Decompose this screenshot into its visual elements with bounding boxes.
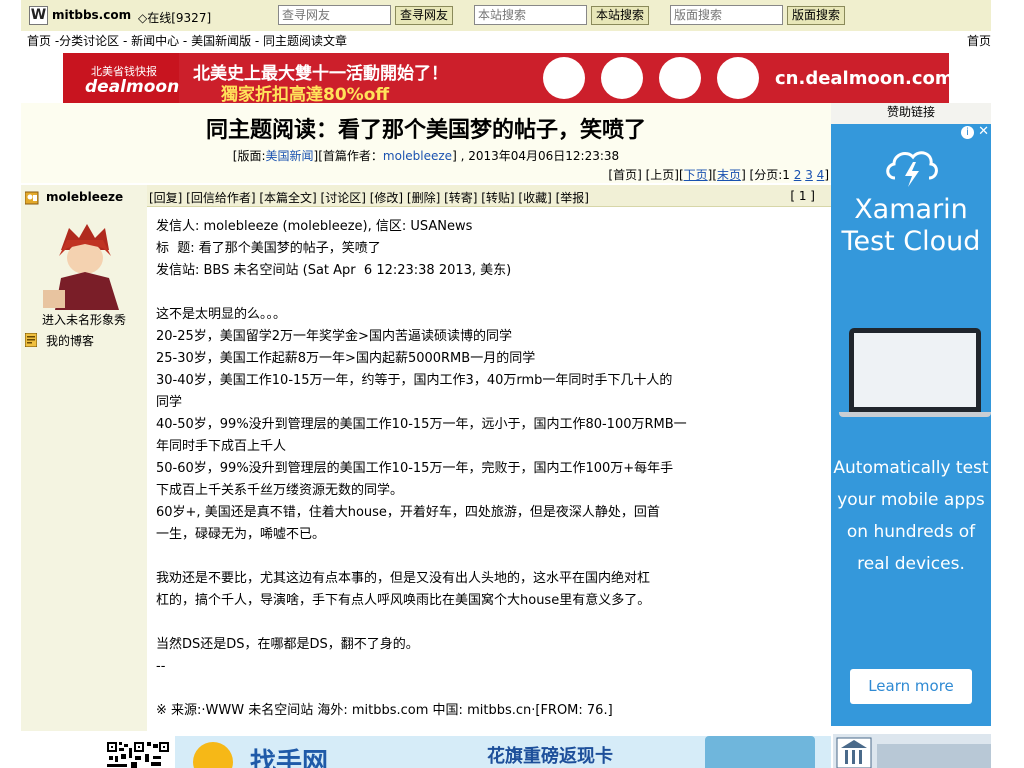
- meta-middle: ][首篇作者：: [313, 149, 383, 163]
- ad-title-line2: Test Cloud: [841, 226, 981, 257]
- product-cosmetics-icon: [717, 57, 759, 99]
- building-thumbnail[interactable]: [833, 734, 991, 768]
- post-line: 杠的，搞个千人，导演啥，手下有点人呼风唤雨比在美国窝个大house里有意义多了。: [156, 593, 651, 608]
- post-line: [156, 282, 726, 304]
- ad-title-line1: Xamarin: [854, 194, 968, 225]
- bottom-ad-brand: 找手网: [250, 748, 329, 768]
- ad-info-icon[interactable]: i: [961, 126, 974, 139]
- post-line: 当然DS还是DS，在哪都是DS，翻不了身的。: [156, 637, 419, 652]
- ad-body-line2: your mobile apps: [837, 490, 985, 510]
- search-friend-button[interactable]: 查寻网友: [395, 6, 453, 25]
- avatar[interactable]: [39, 220, 131, 310]
- page-3-link[interactable]: 3: [805, 168, 813, 182]
- pagination: [首页] [上页][下页][末页] [分页:1 2 3 4]: [608, 166, 829, 183]
- pager-first-prev[interactable]: [首页] [上页][: [608, 168, 683, 182]
- xamarin-ad[interactable]: i ✕ Xamarin Test Cloud Automatically tes…: [831, 124, 991, 726]
- post-line: [156, 678, 726, 700]
- post-line: 20-25岁，美国留学2万一年奖学金>国内苦逼读硕读博的同学: [156, 329, 512, 344]
- pager-separator: ][: [707, 168, 718, 182]
- board-search-button[interactable]: 版面搜索: [787, 6, 845, 25]
- product-tablet-icon: [659, 57, 701, 99]
- user-icon: [25, 191, 39, 205]
- laptop-base: [839, 412, 991, 417]
- dealmoon-logo-text: dealmoon: [85, 77, 180, 97]
- bottom-banner-ad[interactable]: 找手网 花旗重磅返现卡: [175, 736, 831, 768]
- top-bar: W mitbbs.com ◇在线[9327] 查寻网友 本站搜索 版面搜索: [21, 0, 991, 31]
- post-line: 发信人: molebleeze (molebleeze), 信区: USANew…: [156, 219, 473, 234]
- sun-logo-icon: [193, 742, 233, 768]
- pager-close: ]: [824, 168, 829, 182]
- dealmoon-subheadline: 獨家折扣高達80%off: [221, 85, 390, 103]
- page-title: 同主题阅读：看了那个美国梦的帖子，笑喷了: [205, 118, 646, 143]
- page-2-link[interactable]: 2: [794, 168, 802, 182]
- board-search-input[interactable]: [670, 5, 783, 25]
- avatar-show-link[interactable]: 进入未名形象秀: [21, 311, 147, 328]
- ad-close-icon[interactable]: ✕: [978, 124, 989, 139]
- post-actions[interactable]: [回复] [回信给作者] [本篇全文] [讨论区] [修改] [删除] [转寄]…: [149, 189, 589, 206]
- post-line: [156, 546, 726, 568]
- pager-pages-label: ] [分页:1: [741, 168, 794, 182]
- author-panel: molebleeze 进入未名形象秀 我的博客: [21, 185, 147, 731]
- cloud-lightning-icon: [886, 151, 938, 187]
- post-line: 标 题: 看了那个美国梦的帖子，笑喷了: [156, 241, 381, 256]
- dealmoon-banner-ad[interactable]: 北美省钱快报 dealmoon 北美史上最大雙十一活動開始了！ 獨家折扣高達80…: [63, 53, 949, 103]
- site-search-input[interactable]: [474, 5, 587, 25]
- bottom-ad-promo: 花旗重磅返现卡: [487, 746, 613, 767]
- board-link[interactable]: 美国新闻: [266, 149, 314, 163]
- home-link[interactable]: 首页: [967, 32, 991, 49]
- first-author-link[interactable]: molebleeze: [383, 149, 452, 163]
- post-line: 60岁+, 美国还是真不错，住着大house，开着好车，四处旅游，但是夜深人静处…: [156, 505, 660, 520]
- ad-body-line4: real devices.: [857, 554, 965, 574]
- dealmoon-logo: 北美省钱快报 dealmoon: [63, 53, 179, 103]
- thread-header: 同主题阅读：看了那个美国梦的帖子，笑喷了 [版面:美国新闻][首篇作者：mole…: [21, 103, 831, 183]
- ad-body-line3: on hundreds of: [846, 522, 976, 542]
- post-line: --: [156, 659, 166, 674]
- online-count: ◇在线[9327]: [138, 11, 212, 25]
- post-line: 下成百上千关系千丝万缕资源无数的同学。: [156, 483, 404, 498]
- blog-icon: [25, 333, 37, 347]
- breadcrumb[interactable]: 首页 -分类讨论区 - 新闻中心 - 美国新闻版 - 同主题阅读文章: [27, 32, 347, 49]
- post-line: 这不是太明显的么。。。: [156, 307, 287, 322]
- post-line: 40-50岁，99%没升到管理层的美国工作10-15万一年，远小于，国内工作80…: [156, 417, 687, 432]
- site-search-button[interactable]: 本站搜索: [591, 6, 649, 25]
- sponsor-label: 赞助链接: [831, 103, 991, 124]
- floor-number: [ 1 ]: [790, 189, 815, 203]
- post-line: [156, 612, 726, 634]
- credit-card-image: [705, 736, 815, 768]
- learn-more-button[interactable]: Learn more: [850, 669, 972, 704]
- site-logo[interactable]: W: [29, 6, 48, 25]
- post-action-bar: [回复] [回信给作者] [本篇全文] [讨论区] [修改] [删除] [转寄]…: [147, 185, 831, 207]
- thread-meta: [版面:美国新闻][首篇作者：molebleeze] , 2013年04月06日…: [21, 147, 831, 164]
- site-name-link[interactable]: mitbbs.com: [52, 8, 131, 22]
- meta-prefix: [版面:: [232, 149, 266, 163]
- post-line: 同学: [156, 395, 183, 410]
- post-content: 发信人: molebleeze (molebleeze), 信区: USANew…: [156, 216, 726, 722]
- post-line: 一生，碌碌无为，唏嘘不已。: [156, 527, 326, 542]
- post-line: 我劝还是不要比，尤其这边有点本事的，但是又没有出人头地的，这水平在国内绝对杠: [156, 571, 651, 586]
- product-shoe-icon: [543, 57, 585, 99]
- post-line: 年同时手下成百上千人: [156, 439, 287, 454]
- post-line: 30-40岁，美国工作10-15万一年，约等于，国内工作3，40万rmb一年同时…: [156, 373, 673, 388]
- next-page-link[interactable]: 下页: [684, 168, 708, 182]
- laptop-screen: [854, 333, 976, 407]
- post-line: ※ 来源:·WWW 未名空间站 海外: mitbbs.com 中国: mitbb…: [156, 703, 613, 718]
- product-shirt-icon: [601, 57, 643, 99]
- post-line: 25-30岁，美国工作起薪8万一年>国内起薪5000RMB一月的同学: [156, 351, 536, 366]
- search-friend-input[interactable]: [278, 5, 391, 25]
- last-page-link[interactable]: 末页: [717, 168, 741, 182]
- ad-body-line1: Automatically test: [833, 458, 989, 478]
- author-name-link[interactable]: molebleeze: [46, 190, 123, 204]
- post-line: 50-60岁，99%没升到管理层的美国工作10-15万一年，完败于，国内工作10…: [156, 461, 674, 476]
- dealmoon-url: cn.dealmoon.com: [775, 68, 949, 89]
- qr-code-icon[interactable]: [107, 742, 169, 768]
- post-line: 发信站: BBS 未名空间站 (Sat Apr 6 12:23:38 2013,…: [156, 263, 512, 278]
- laptop-image: [849, 328, 981, 412]
- meta-suffix: ] , 2013年04月06日12:23:38: [452, 149, 620, 163]
- my-blog-link[interactable]: 我的博客: [46, 332, 94, 349]
